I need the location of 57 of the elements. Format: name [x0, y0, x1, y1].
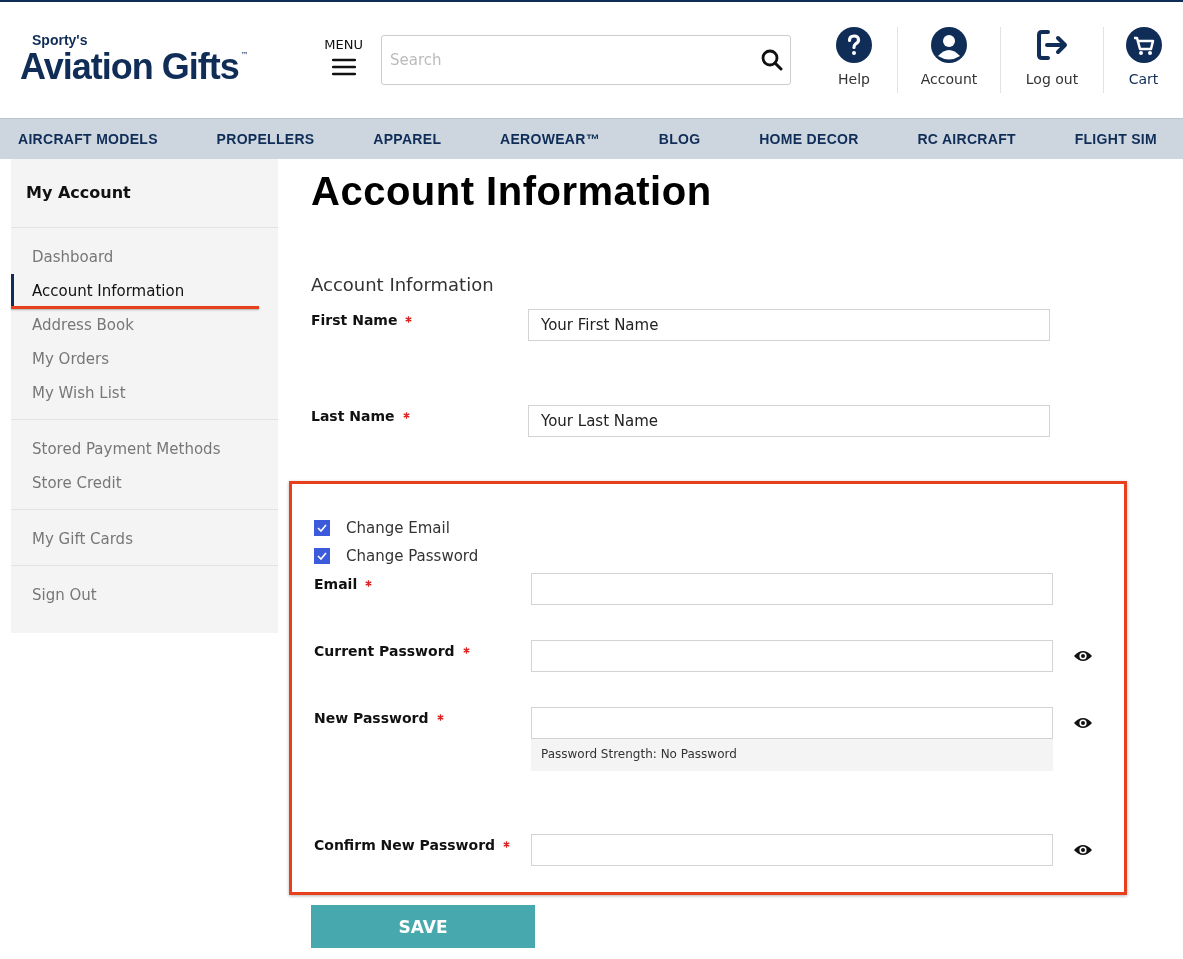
menu-icon: [331, 57, 356, 76]
password-field[interactable]: [531, 640, 1053, 672]
field-label: New Password: [314, 710, 429, 726]
nav-link[interactable]: AIRCRAFT MODELS: [18, 131, 158, 147]
logo-name: Aviation Gifts: [20, 47, 239, 87]
nav-link[interactable]: PROPELLERS: [216, 131, 315, 147]
password-strength-meter: Password Strength: No Password: [531, 739, 1053, 771]
cart-link[interactable]: Cart: [1103, 27, 1183, 93]
logo-tagline: Sporty's: [32, 33, 89, 47]
sidebar-item[interactable]: Stored Payment Methods: [11, 432, 278, 466]
field-label: Current Password: [314, 643, 455, 659]
text-field[interactable]: Your Last Name: [528, 405, 1050, 437]
nav-link[interactable]: APPAREL: [373, 131, 442, 147]
help-link[interactable]: Help: [811, 27, 897, 93]
field-label: First Name: [311, 312, 398, 328]
field-label: Email: [314, 576, 358, 592]
nav-link[interactable]: RC AIRCRAFT: [917, 131, 1016, 147]
nav-link[interactable]: BLOG: [658, 131, 701, 147]
password-field[interactable]: [531, 834, 1053, 866]
menu-button[interactable]: MENU: [324, 36, 363, 76]
nav-link[interactable]: AEROWEAR™: [500, 131, 600, 147]
eye-icon[interactable]: [1073, 843, 1093, 857]
account-link[interactable]: Account: [897, 27, 1000, 93]
search-icon: [761, 49, 783, 71]
eye-icon[interactable]: [1073, 716, 1093, 730]
search-field[interactable]: Search: [381, 35, 791, 85]
sidebar-item[interactable]: Dashboard: [11, 240, 278, 274]
nav-link[interactable]: HOME DECOR: [759, 131, 859, 147]
cart-icon: [1125, 27, 1162, 63]
sidebar-item[interactable]: My Orders: [11, 342, 278, 376]
sidebar-item[interactable]: My Wish List: [11, 376, 278, 410]
section-title: Account Information: [311, 274, 495, 295]
trademark-mark: ™: [240, 51, 249, 60]
sidebar-title: My Account: [11, 159, 278, 228]
checkbox-label: Change Password: [346, 547, 479, 565]
eye-icon[interactable]: [1073, 649, 1093, 663]
checkbox[interactable]: [314, 548, 330, 564]
password-field[interactable]: [531, 707, 1053, 739]
check-icon: [317, 524, 327, 532]
user-icon: [931, 27, 967, 63]
sidebar-item[interactable]: Sign Out: [11, 578, 278, 612]
text-field[interactable]: [531, 573, 1053, 605]
logout-icon: [1034, 27, 1070, 63]
help-icon: [836, 27, 872, 63]
field-label: Confirm New Password: [314, 837, 496, 853]
sidebar-item[interactable]: My Gift Cards: [11, 522, 278, 556]
field-label: Last Name: [311, 408, 395, 424]
logo[interactable]: Sporty's Aviation Gifts™: [20, 33, 311, 87]
sidebar-item[interactable]: Address Book: [11, 308, 278, 342]
logout-link[interactable]: Log out: [1000, 27, 1103, 93]
sidebar-item[interactable]: Store Credit: [11, 466, 278, 500]
check-icon: [317, 552, 327, 560]
checkbox[interactable]: [314, 520, 330, 536]
page-title: Account Information: [311, 169, 713, 214]
checkbox-label: Change Email: [346, 519, 450, 537]
nav-link[interactable]: FLIGHT SIM: [1074, 131, 1157, 147]
text-field[interactable]: Your First Name: [528, 309, 1050, 341]
